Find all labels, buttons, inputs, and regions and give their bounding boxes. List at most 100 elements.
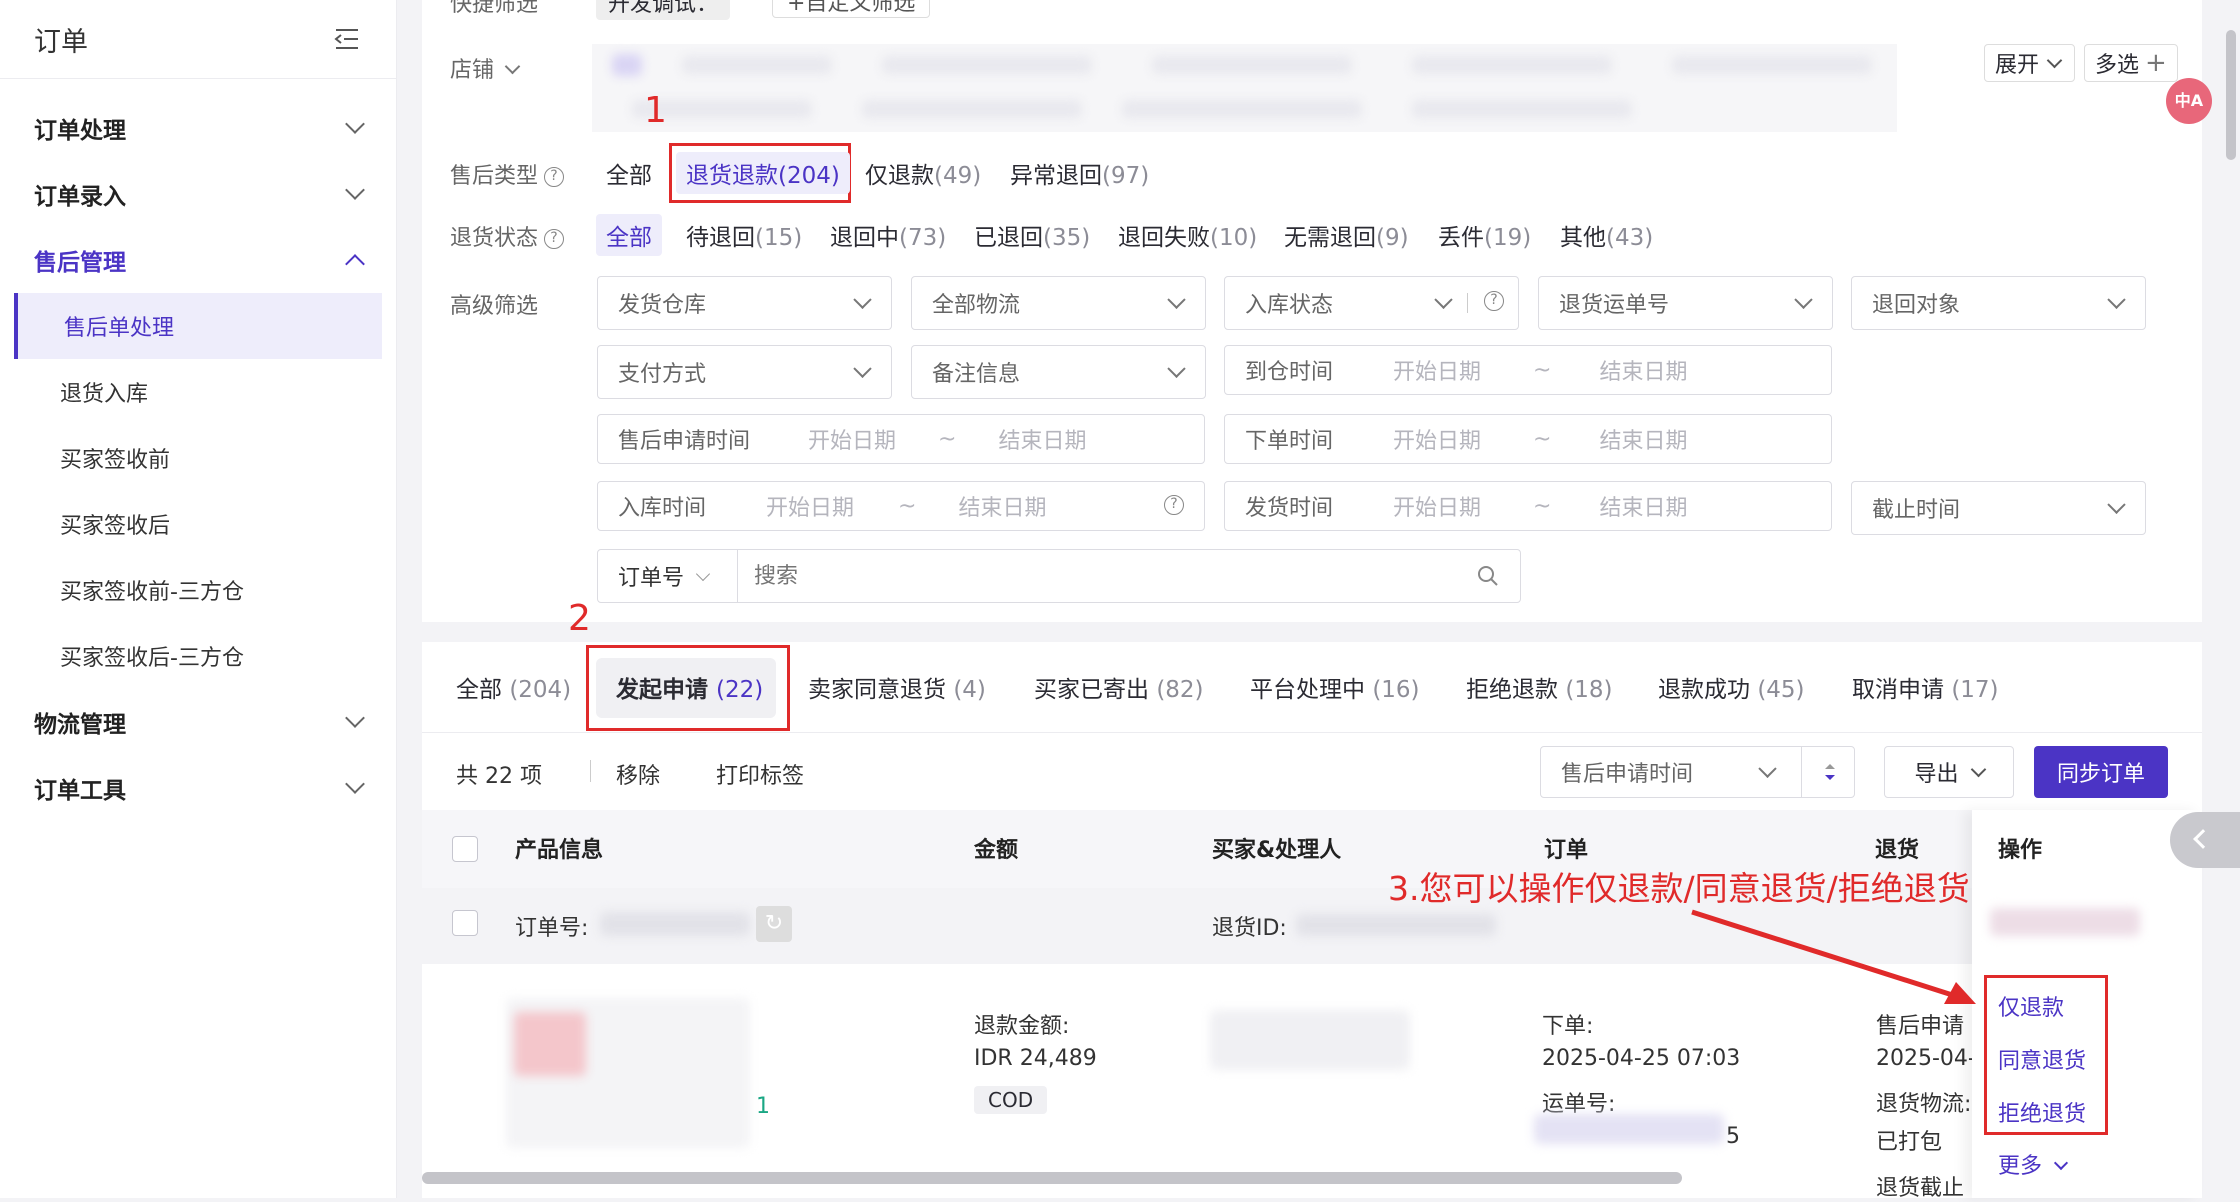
select-all-checkbox[interactable] xyxy=(452,836,478,862)
expand-label: 展开 xyxy=(1995,53,2040,78)
tab-platform-handling[interactable]: 平台处理中 (16) xyxy=(1250,670,1420,704)
ship-time-range[interactable]: 发货时间 开始日期 ~ 结束日期 xyxy=(1224,481,1832,531)
tab-refund-success[interactable]: 退款成功 (45) xyxy=(1658,670,1805,704)
store-list-blurred xyxy=(592,44,1897,132)
status-option-all[interactable]: 全部 xyxy=(596,214,662,256)
print-label-button[interactable]: 打印标签 xyxy=(716,758,804,790)
status-option-other[interactable]: 其他(43) xyxy=(1560,218,1653,252)
return-target-select[interactable]: 退回对象 xyxy=(1851,276,2146,330)
start-date[interactable]: 开始日期 xyxy=(766,490,854,522)
status-option-lost[interactable]: 丢件(19) xyxy=(1438,218,1531,252)
remove-button[interactable]: 移除 xyxy=(616,758,660,790)
tab-cancelled[interactable]: 取消申请 (17) xyxy=(1852,670,1999,704)
order-time-range[interactable]: 下单时间 开始日期 ~ 结束日期 xyxy=(1224,414,1832,464)
search-input[interactable] xyxy=(738,550,1476,602)
tab-all[interactable]: 全部 (204) xyxy=(456,670,571,704)
chevron-down-icon xyxy=(345,180,365,200)
option-count: (49) xyxy=(934,163,982,189)
collapse-menu-icon[interactable] xyxy=(334,28,360,50)
sort-order-icon[interactable] xyxy=(1822,761,1838,783)
return-tracking-select[interactable]: 退货运单号 xyxy=(1538,276,1833,330)
order-no-select[interactable]: 订单号 xyxy=(598,550,738,602)
end-date[interactable]: 结束日期 xyxy=(958,490,1046,522)
sidebar-header: 订单 xyxy=(0,0,396,79)
status-option-returning[interactable]: 退回中(73) xyxy=(830,218,946,252)
stock-time-range[interactable]: 入库时间 开始日期 ~ 结束日期? xyxy=(597,481,1205,531)
end-date[interactable]: 结束日期 xyxy=(998,423,1086,455)
payment-select[interactable]: 支付方式 xyxy=(597,345,892,399)
copy-icon[interactable]: ↻ xyxy=(756,906,792,942)
option-count: (19) xyxy=(1484,225,1532,251)
sidebar-item-order-processing[interactable]: 订单处理 xyxy=(0,95,396,161)
tab-count: (82) xyxy=(1156,677,1204,703)
tab-seller-agreed[interactable]: 卖家同意退货 (4) xyxy=(808,670,986,704)
sidebar-subitem-after-receipt[interactable]: 买家签收后 xyxy=(0,491,396,557)
sidebar-subitem-before-receipt[interactable]: 买家签收前 xyxy=(0,425,396,491)
chevron-down-icon xyxy=(695,566,711,581)
help-icon[interactable]: ? xyxy=(544,167,565,187)
custom-filter-button[interactable]: +自定义筛选 xyxy=(772,0,931,18)
status-option-failed[interactable]: 退回失败(10) xyxy=(1118,218,1257,252)
sidebar-subitem-return-stock[interactable]: 退货入库 xyxy=(0,359,396,425)
search-icon[interactable] xyxy=(1476,564,1500,588)
col-ops: 操作 xyxy=(1998,838,2043,863)
sidebar-item-order-entry[interactable]: 订单录入 xyxy=(0,161,396,227)
select-label: 退货运单号 xyxy=(1559,293,1670,318)
status-option-pending[interactable]: 待退回(15) xyxy=(686,218,802,252)
panel-collapse-handle[interactable] xyxy=(2170,812,2240,868)
ship-warehouse-select[interactable]: 发货仓库 xyxy=(597,276,892,330)
help-icon[interactable]: ? xyxy=(1164,495,1184,515)
divider xyxy=(1800,747,1802,797)
arrive-time-range[interactable]: 到仓时间 开始日期 ~ 结束日期 xyxy=(1224,345,1832,395)
select-label: 发货仓库 xyxy=(618,293,707,318)
logistics-select[interactable]: 全部物流 xyxy=(911,276,1206,330)
start-date[interactable]: 开始日期 xyxy=(808,423,896,455)
type-option-refund-only[interactable]: 仅退款(49) xyxy=(865,156,981,190)
sidebar-subitem-before-receipt-3pl[interactable]: 买家签收前-三方仓 xyxy=(0,557,396,623)
col-buyer: 买家&处理人 xyxy=(1212,838,1342,863)
sync-orders-button[interactable]: 同步订单 xyxy=(2034,746,2168,798)
apply-time-range[interactable]: 售后申请时间 开始日期 ~ 结束日期 xyxy=(597,414,1205,464)
range-sep: ~ xyxy=(1533,493,1552,519)
vertical-scrollbar[interactable] xyxy=(2226,30,2236,160)
help-icon[interactable]: ? xyxy=(1484,291,1504,311)
sidebar-item-logistics[interactable]: 物流管理 xyxy=(0,689,396,755)
quick-filter-chip[interactable]: 开发调试： xyxy=(596,0,731,20)
type-option-all[interactable]: 全部 xyxy=(606,156,652,190)
end-date[interactable]: 结束日期 xyxy=(1599,354,1687,386)
more-button[interactable]: 更多 xyxy=(1998,1148,2069,1180)
chevron-down-icon xyxy=(1167,290,1186,309)
tab-buyer-shipped[interactable]: 买家已寄出 (82) xyxy=(1034,670,1204,704)
sidebar-item-order-tools[interactable]: 订单工具 xyxy=(0,755,396,821)
tab-refund-rejected[interactable]: 拒绝退款 (18) xyxy=(1466,670,1613,704)
status-option-returned[interactable]: 已退回(35) xyxy=(974,218,1090,252)
status-option-no-return[interactable]: 无需退回(9) xyxy=(1284,218,1409,252)
start-date[interactable]: 开始日期 xyxy=(1393,423,1481,455)
sort-field-select[interactable]: 售后申请时间 xyxy=(1540,746,1855,798)
start-date[interactable]: 开始日期 xyxy=(1393,354,1481,386)
type-option-abnormal-return[interactable]: 异常退回(97) xyxy=(1010,156,1149,190)
end-date[interactable]: 结束日期 xyxy=(1599,490,1687,522)
order-checkbox[interactable] xyxy=(452,910,478,936)
end-date[interactable]: 结束日期 xyxy=(1599,423,1687,455)
sidebar-item-aftersale[interactable]: 售后管理 xyxy=(0,227,396,293)
horizontal-scrollbar[interactable] xyxy=(422,1172,1682,1184)
multi-select-button[interactable]: 多选 + xyxy=(2084,44,2178,82)
sidebar-subitem-after-receipt-3pl[interactable]: 买家签收后-三方仓 xyxy=(0,623,396,689)
start-date[interactable]: 开始日期 xyxy=(1393,490,1481,522)
export-button[interactable]: 导出 xyxy=(1884,746,2014,798)
waybill-tail[interactable]: 5 xyxy=(1726,1124,1740,1149)
store-label[interactable]: 店铺 xyxy=(450,52,521,84)
stock-status-select[interactable]: 入库状态? xyxy=(1224,276,1519,330)
expand-button[interactable]: 展开 xyxy=(1984,44,2076,82)
type-option-return-refund[interactable]: 退货退款(204) xyxy=(676,152,850,194)
tab-label: 退款成功 xyxy=(1658,677,1750,703)
help-icon[interactable]: ? xyxy=(544,229,565,249)
sidebar: 订单 订单处理 订单录入 售后管理 售后单处理 退货入库 买家签收前 买家签收后… xyxy=(0,0,397,1198)
sidebar-item-label: 订单录入 xyxy=(34,184,126,210)
translate-icon[interactable]: 中A xyxy=(2166,78,2212,124)
option-count: (10) xyxy=(1210,225,1258,251)
deadline-select[interactable]: 截止时间 xyxy=(1851,481,2146,535)
remark-select[interactable]: 备注信息 xyxy=(911,345,1206,399)
sidebar-subitem-aftersale-orders[interactable]: 售后单处理 xyxy=(14,293,382,359)
